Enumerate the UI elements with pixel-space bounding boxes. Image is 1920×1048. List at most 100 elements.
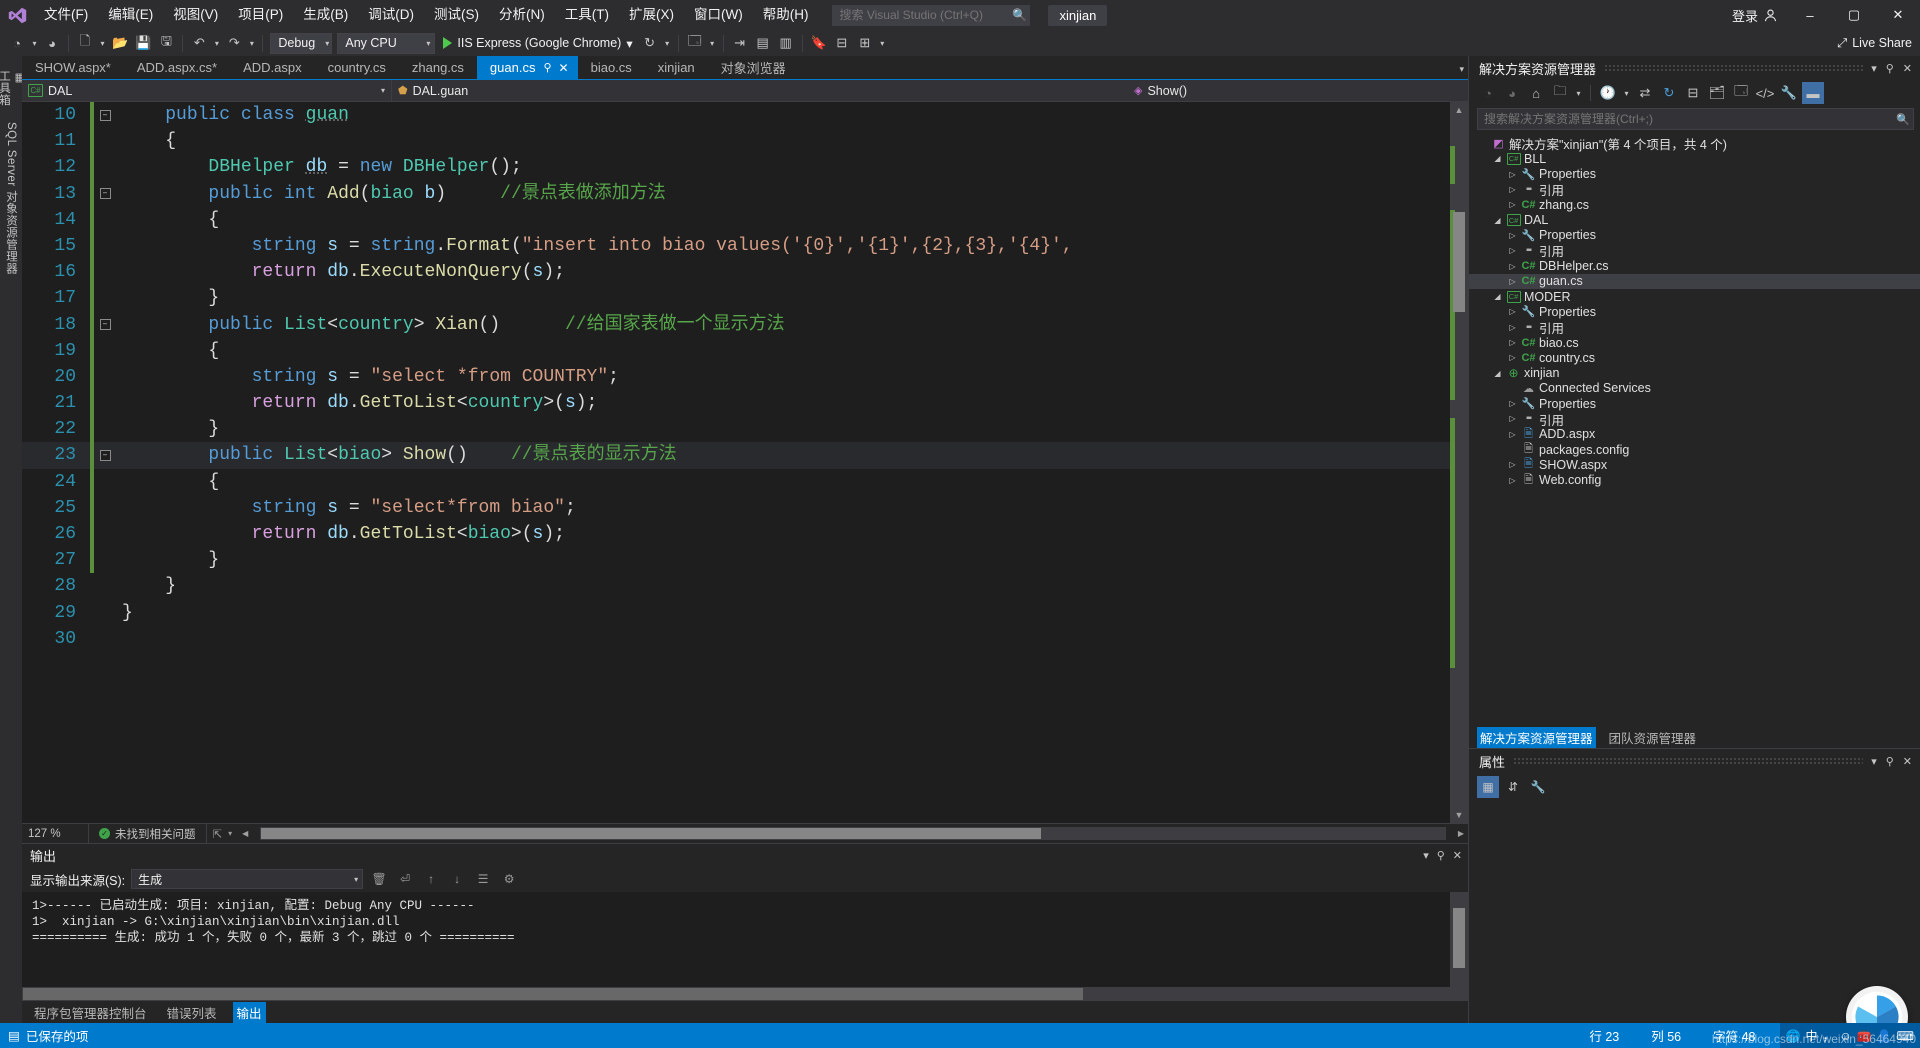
code-line[interactable]: 24 {	[22, 468, 1450, 495]
chevron-right-icon[interactable]: ▷	[1505, 430, 1520, 439]
tree-item-guan.cs[interactable]: ▷ C# guan.cs	[1469, 273, 1920, 289]
scroll-left-icon[interactable]: ◀	[238, 829, 252, 838]
code-line[interactable]: 27 }	[22, 547, 1450, 574]
navbar-type-combo[interactable]: ⬟ DAL.guan	[392, 80, 1128, 102]
new-project-icon[interactable]: 🗋	[74, 32, 96, 54]
fold-margin[interactable]: –	[94, 450, 116, 462]
chevron-right-icon[interactable]: ▷	[1505, 170, 1520, 179]
chevron-right-icon[interactable]: ▷	[1505, 476, 1520, 485]
code-line[interactable]: 20 string s = "select *from COUNTRY";	[22, 363, 1450, 391]
issue-status[interactable]: ✓ 未找到相关问题	[88, 823, 206, 844]
solution-explorer-search-input[interactable]	[1478, 112, 1893, 126]
sign-in-button[interactable]: 登录	[1722, 6, 1788, 25]
menu-project[interactable]: 项目(P)	[228, 0, 293, 30]
tab-output[interactable]: 输出	[232, 1001, 266, 1023]
code-line[interactable]: 26 return db.GetToList<biao>(s);	[22, 521, 1450, 548]
properties-pin-icon[interactable]: ⚲	[1886, 755, 1894, 768]
code-line[interactable]: 12 DBHelper db = new DBHelper();	[22, 154, 1450, 181]
code-line[interactable]: 14 {	[22, 206, 1450, 233]
chevron-down-icon[interactable]: ◢	[1490, 154, 1505, 163]
output-settings-icon[interactable]: ⚙	[499, 869, 519, 889]
indent-icon[interactable]: ⇥	[729, 32, 751, 54]
menu-debug[interactable]: 调试(D)	[358, 0, 424, 30]
hot-reload-icon[interactable]: ↻	[639, 32, 661, 54]
fold-margin[interactable]: –	[94, 319, 116, 331]
tree-item-xinjian[interactable]: ◢ ⊕ xinjian	[1469, 365, 1920, 380]
output-clear-all-icon[interactable]: 🗑	[369, 869, 389, 889]
se-properties-window-icon[interactable]: 🗔	[1730, 82, 1752, 104]
properties-alphabetical-icon[interactable]: ⇵	[1502, 776, 1524, 798]
output-close-icon[interactable]: ✕	[1453, 849, 1462, 862]
redo-icon[interactable]: ↷	[223, 32, 245, 54]
scroll-down-icon[interactable]: ▼	[1450, 807, 1468, 823]
menu-edit[interactable]: 编辑(E)	[98, 0, 163, 30]
pin-icon[interactable]: ⚲	[543, 61, 551, 74]
minimize-button[interactable]: –	[1788, 0, 1832, 30]
tree-item-biao.cs[interactable]: ▷ C# biao.cs	[1469, 335, 1920, 350]
tree-item-moder[interactable]: ◢ C# MODER	[1469, 289, 1920, 304]
menu-file[interactable]: 文件(F)	[34, 0, 98, 30]
redo-dropdown-icon[interactable]: ▾	[246, 32, 257, 54]
menu-view[interactable]: 视图(V)	[163, 0, 228, 30]
menu-extensions[interactable]: 扩展(X)	[619, 0, 684, 30]
tree-item-bll[interactable]: ◢ C# BLL	[1469, 151, 1920, 166]
tree-item-dal[interactable]: ◢ C# DAL	[1469, 212, 1920, 227]
h-scroll-thumb[interactable]	[261, 828, 1042, 839]
editor-horizontal-scrollbar[interactable]	[260, 827, 1446, 840]
panel-close-icon[interactable]: ✕	[1903, 62, 1912, 75]
output-scroll-thumb[interactable]	[1453, 908, 1465, 968]
tab-package-manager-console[interactable]: 程序包管理器控制台	[30, 1002, 151, 1023]
editor-tab-xinjian[interactable]: xinjian	[644, 56, 708, 79]
code-line[interactable]: 10 – public class guan	[22, 102, 1450, 129]
hot-reload-dropdown-icon[interactable]: ▾	[662, 32, 673, 54]
toolbar-overflow-icon[interactable]: ▾	[877, 32, 888, 54]
code-line[interactable]: 30	[22, 626, 1450, 652]
tab-solution-explorer[interactable]: 解决方案资源管理器	[1477, 726, 1596, 748]
chevron-right-icon[interactable]: ▷	[1505, 338, 1520, 347]
start-debug-button[interactable]: IIS Express (Google Chrome) ▾	[438, 32, 637, 54]
se-pending-changes-chevron-down-icon[interactable]: ▾	[1573, 82, 1584, 104]
tree-item-web.config[interactable]: ▷ 🗎 Web.config	[1469, 473, 1920, 488]
se-show-all-files-icon[interactable]: 🗂	[1706, 82, 1728, 104]
chevron-right-icon[interactable]: ▷	[1505, 323, 1520, 332]
chevron-right-icon[interactable]: ▷	[1505, 262, 1520, 271]
save-all-icon[interactable]: 🖫	[155, 32, 177, 54]
chevron-right-icon[interactable]: ▷	[1505, 277, 1520, 286]
output-go-to-next-icon[interactable]: ↓	[447, 869, 467, 889]
editor-tab-add-aspx-cs[interactable]: ADD.aspx.cs*	[123, 56, 231, 79]
solution-platform-combo[interactable]: Any CPU ▾	[337, 32, 436, 54]
panel-dropdown-chevron-down-icon[interactable]: ▾	[1871, 62, 1877, 75]
editor-tab-biao-cs[interactable]: biao.cs	[577, 56, 645, 79]
tree-item-country.cs[interactable]: ▷ C# country.cs	[1469, 350, 1920, 365]
collapse-minus-icon[interactable]: –	[99, 188, 111, 200]
chevron-right-icon[interactable]: ▷	[1505, 460, 1520, 469]
panel-drag-grip[interactable]	[1604, 64, 1864, 72]
navigate-backward-icon[interactable]: ◔	[6, 32, 28, 54]
close-icon[interactable]: ✕	[559, 61, 569, 75]
navbar-namespace-combo[interactable]: C# DAL ▾	[22, 79, 392, 102]
chevron-right-icon[interactable]: ▷	[1505, 185, 1520, 194]
tree-item--[interactable]: ▷ ▪▪ 引用	[1469, 320, 1920, 336]
se-history-chevron-down-icon[interactable]: ▾	[1621, 82, 1632, 104]
output-horizontal-scrollbar[interactable]	[22, 987, 1468, 1001]
output-h-scroll-thumb[interactable]	[23, 988, 1083, 1000]
se-view-code-icon[interactable]: </>	[1754, 82, 1776, 104]
code-line[interactable]: 28 }	[22, 573, 1450, 599]
zoom-level[interactable]: 127 %	[22, 828, 88, 840]
code-line[interactable]: 22 }	[22, 416, 1450, 443]
split-view-icon[interactable]: ⇱	[213, 827, 223, 841]
se-history-icon[interactable]: 🕐	[1597, 82, 1619, 104]
tab-overflow-chevron-down-icon[interactable]: ▾	[1459, 64, 1464, 75]
se-sync-icon[interactable]: ⇄	[1634, 82, 1656, 104]
menu-help[interactable]: 帮助(H)	[753, 0, 819, 30]
se-collapse-all-icon[interactable]: ⊟	[1682, 82, 1704, 104]
editor-tab-guan-cs[interactable]: guan.cs ⚲ ✕	[476, 56, 578, 79]
collapse-minus-icon[interactable]: –	[99, 109, 111, 121]
tab-error-list[interactable]: 错误列表	[163, 1002, 221, 1023]
quick-search-box[interactable]: 🔍	[832, 4, 1031, 26]
output-toggle-word-wrap-icon[interactable]: ⏎	[395, 869, 415, 889]
tree-item--[interactable]: ▷ ▪▪ 引用	[1469, 243, 1920, 259]
new-project-dropdown-icon[interactable]: ▾	[97, 32, 108, 54]
chevron-right-icon[interactable]: ▷	[1505, 231, 1520, 240]
se-pending-changes-icon[interactable]: 🗀	[1549, 82, 1571, 104]
